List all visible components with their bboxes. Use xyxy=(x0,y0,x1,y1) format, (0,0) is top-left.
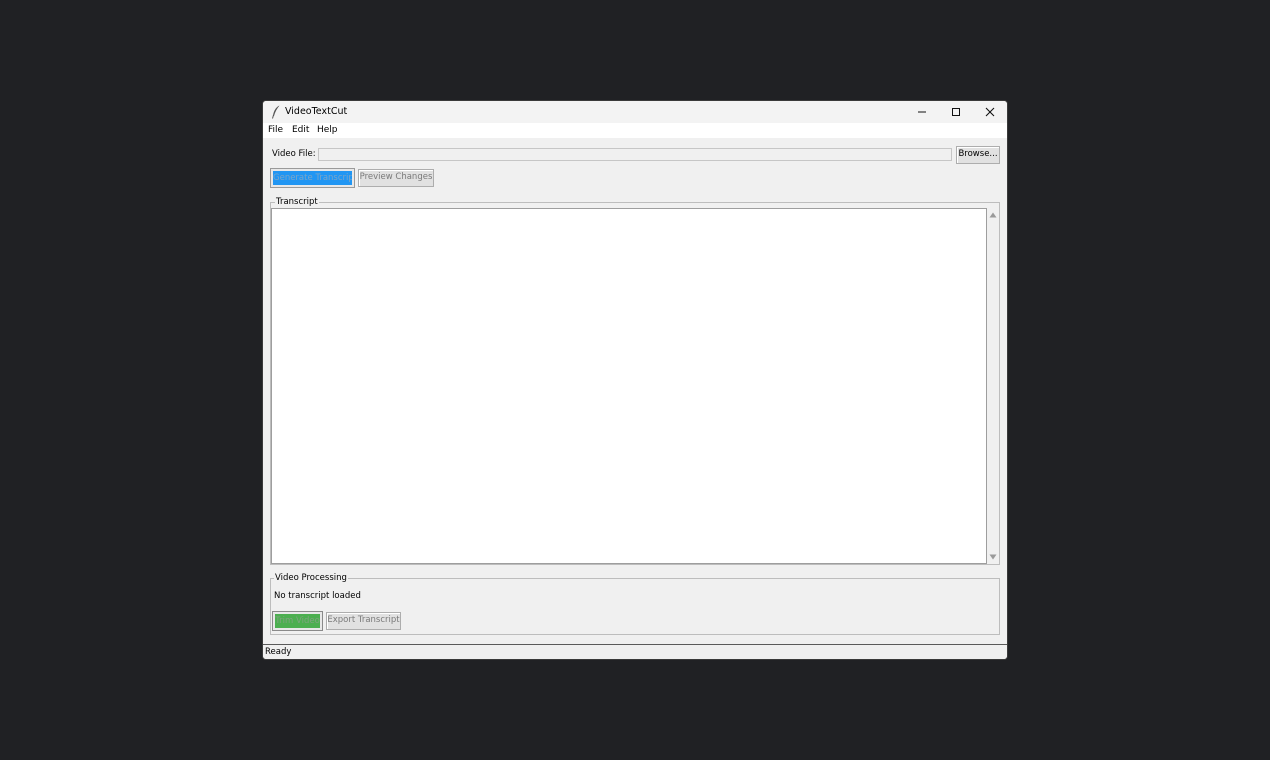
processing-status-text: No transcript loaded xyxy=(274,591,361,601)
browse-button[interactable]: Browse... xyxy=(956,146,1000,164)
maximize-button[interactable] xyxy=(939,101,973,123)
preview-changes-button[interactable]: Preview Changes xyxy=(358,169,434,187)
status-text: Ready xyxy=(265,647,292,657)
close-icon xyxy=(985,107,995,117)
transcript-scrollbar[interactable] xyxy=(987,208,999,564)
menu-bar: File Edit Help xyxy=(263,123,1007,138)
trim-video-button[interactable]: Trim Video xyxy=(272,611,323,631)
export-transcript-button[interactable]: Export Transcript xyxy=(326,612,401,630)
title-bar[interactable]: VideoTextCut xyxy=(263,101,1007,123)
video-processing-frame-title: Video Processing xyxy=(274,573,348,583)
generate-transcript-button[interactable]: Generate Transcript xyxy=(270,168,355,188)
scroll-up-icon[interactable] xyxy=(989,212,997,218)
app-window: VideoTextCut File Edit Help Video File: … xyxy=(263,101,1007,659)
minimize-button[interactable] xyxy=(905,101,939,123)
minimize-icon xyxy=(918,111,926,113)
status-bar: Ready xyxy=(263,644,1007,659)
transcript-text-area[interactable] xyxy=(271,208,987,564)
scroll-down-icon[interactable] xyxy=(989,554,997,560)
transcript-frame-title: Transcript xyxy=(275,197,319,207)
video-file-label: Video File: xyxy=(272,149,316,159)
menu-help[interactable]: Help xyxy=(317,125,338,135)
window-title: VideoTextCut xyxy=(285,106,348,117)
menu-edit[interactable]: Edit xyxy=(292,125,309,135)
feather-icon xyxy=(271,105,281,119)
menu-file[interactable]: File xyxy=(268,125,283,135)
close-button[interactable] xyxy=(973,101,1007,123)
video-file-input[interactable] xyxy=(318,148,952,161)
maximize-icon xyxy=(952,108,960,116)
